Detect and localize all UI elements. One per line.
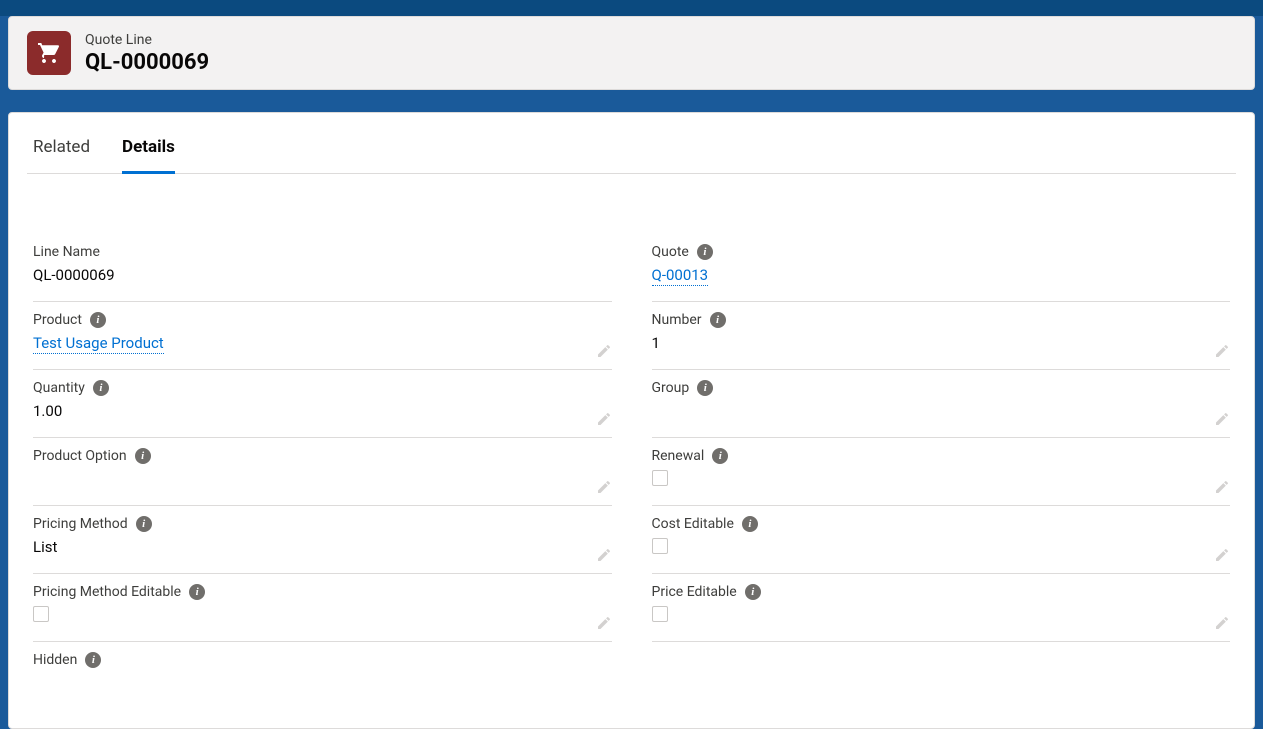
field-value-product: Test Usage Product [33, 334, 612, 354]
field-label-pricing-method: Pricing Method [33, 516, 128, 532]
record-header: Quote Line QL-0000069 [8, 16, 1255, 90]
field-value-quantity: 1.00 [33, 402, 612, 422]
field-value-renewal [652, 470, 1231, 490]
field-label-price-editable: Price Editable [652, 584, 737, 600]
info-icon[interactable]: i [697, 380, 713, 396]
field-cost-editable: Cost Editable i [652, 506, 1231, 574]
content-card: Related Details Line Name QL-0000069 Produ… [8, 112, 1255, 729]
info-icon[interactable]: i [710, 312, 726, 328]
info-icon[interactable]: i [697, 244, 713, 260]
object-label: Quote Line [85, 32, 209, 48]
field-pricing-method: Pricing Method i List [33, 506, 612, 574]
field-value-group [652, 402, 1231, 422]
field-label-group: Group [652, 380, 690, 396]
info-icon[interactable]: i [135, 448, 151, 464]
edit-icon[interactable] [1214, 479, 1230, 495]
link-quote[interactable]: Q-00013 [652, 266, 709, 286]
details-grid: Line Name QL-0000069 Product i Test Usage Pr… [27, 234, 1236, 710]
edit-icon[interactable] [1214, 343, 1230, 359]
field-label-hidden: Hidden [33, 652, 77, 668]
field-product: Product i Test Usage Product [33, 302, 612, 370]
link-product[interactable]: Test Usage Product [33, 334, 164, 354]
edit-icon[interactable] [596, 343, 612, 359]
cart-icon [27, 31, 71, 75]
record-title: QL-0000069 [85, 50, 209, 75]
field-price-editable: Price Editable i [652, 574, 1231, 642]
spacer [0, 90, 1263, 112]
info-icon[interactable]: i [712, 448, 728, 464]
field-line-name: Line Name QL-0000069 [33, 234, 612, 302]
field-pricing-method-editable: Pricing Method Editable i [33, 574, 612, 642]
top-accent-bar [0, 0, 1263, 16]
edit-icon[interactable] [596, 411, 612, 427]
info-icon[interactable]: i [90, 312, 106, 328]
field-value-pricing-method: List [33, 538, 612, 558]
field-value-line-name: QL-0000069 [33, 266, 612, 286]
field-value-price-editable [652, 606, 1231, 626]
field-label-number: Number [652, 312, 702, 328]
edit-icon[interactable] [1214, 547, 1230, 563]
field-label-product-option: Product Option [33, 448, 127, 464]
field-label-quote: Quote [652, 244, 689, 260]
field-value-cost-editable [652, 538, 1231, 558]
field-label-cost-editable: Cost Editable [652, 516, 734, 532]
field-product-option: Product Option i [33, 438, 612, 506]
field-label-product: Product [33, 312, 82, 328]
field-label-quantity: Quantity [33, 380, 85, 396]
info-icon[interactable]: i [136, 516, 152, 532]
field-value-quote: Q-00013 [652, 266, 1231, 286]
field-value-product-option [33, 470, 612, 490]
checkbox-price-editable[interactable] [652, 606, 668, 622]
edit-icon[interactable] [1214, 615, 1230, 631]
field-value-pricing-method-editable [33, 606, 612, 626]
info-icon[interactable]: i [742, 516, 758, 532]
info-icon[interactable]: i [85, 652, 101, 668]
info-icon[interactable]: i [189, 584, 205, 600]
tab-related[interactable]: Related [33, 113, 90, 174]
field-hidden: Hiddeni [33, 642, 612, 710]
edit-icon[interactable] [596, 479, 612, 495]
tab-bar: Related Details [27, 113, 1236, 174]
edit-icon[interactable] [596, 615, 612, 631]
field-value-hidden [33, 674, 612, 694]
tab-details[interactable]: Details [122, 113, 175, 174]
field-renewal: Renewal i [652, 438, 1231, 506]
field-number: Numberi 1 [652, 302, 1231, 370]
info-icon[interactable]: i [93, 380, 109, 396]
field-label-pricing-method-editable: Pricing Method Editable [33, 584, 181, 600]
field-label-renewal: Renewal [652, 448, 705, 464]
info-icon[interactable]: i [745, 584, 761, 600]
field-group: Groupi [652, 370, 1231, 438]
checkbox-pricing-method-editable[interactable] [33, 606, 49, 622]
field-label-line-name: Line Name [33, 244, 100, 260]
field-quantity: Quantity i 1.00 [33, 370, 612, 438]
edit-icon[interactable] [596, 547, 612, 563]
field-value-number: 1 [652, 334, 1231, 354]
edit-icon[interactable] [1214, 411, 1230, 427]
checkbox-cost-editable[interactable] [652, 538, 668, 554]
field-quote: Quotei Q-00013 [652, 234, 1231, 302]
checkbox-renewal[interactable] [652, 470, 668, 486]
